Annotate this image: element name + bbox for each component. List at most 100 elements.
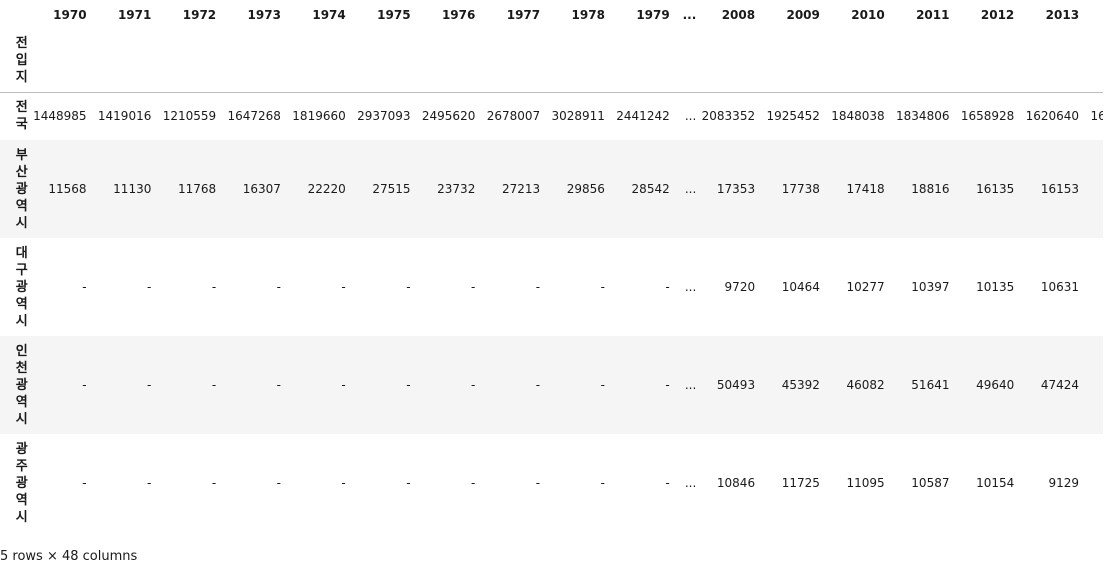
table-cell: - [147,280,152,294]
table-cell: 10397 [911,280,950,294]
table-cell: - [211,280,217,294]
index-name-row-spacer [351,29,417,93]
table-row: 대 구 광 역 시 - - - - - - - - - -... 9720 10464 10277 10397 101… [0,238,1103,336]
table-cell: - [82,476,87,490]
table-cell: - [406,378,411,392]
table-cell: 16153 [1040,182,1080,196]
table-cell: - [276,280,281,294]
index-name-row-spacer [157,29,223,93]
column-header-1972: 1972 [182,7,217,22]
table-cell: 10277 [846,280,885,294]
table-cell: 16307 [242,182,281,196]
table-cell: 22220 [307,182,346,196]
index-name-row-spacer [696,29,762,93]
index-name-row-spacer [481,29,547,93]
column-header-1974: 1974 [312,7,346,22]
cell-ellipsis: ... [684,476,697,490]
table-cell: 10631 [1040,280,1080,294]
row-index-label: 부산광역시 [0,140,28,238]
table-cell: 11768 [177,182,217,196]
table-cell: - [276,378,281,392]
column-header-2010: 2010 [851,7,885,22]
table-cell: 2083352 [701,109,756,124]
table-cell: - [276,476,281,490]
index-name-row-spacer [286,29,352,93]
column-ellipsis: ... [682,7,697,22]
column-header-1973: 1973 [247,7,281,22]
table-cell: - [147,476,152,490]
table-cell: 1658928 [960,109,1015,124]
index-name-row: 전입지 [0,29,1103,93]
table-cell: 2441242 [616,109,670,124]
table-cell: - [535,280,541,294]
column-header-row: 1970 1971 1972 1973 1974 1975 1976 1977 1978 1979… [0,0,1103,29]
column-header-2009: 2009 [786,7,820,22]
table-cell: - [341,280,346,294]
table-cell: 1419016 [97,109,152,124]
table-cell: 1210559 [162,109,217,124]
table-cell: 1620640 [1025,109,1080,124]
column-header-1978: 1978 [571,7,605,22]
table-cell: 49640 [976,378,1015,392]
row-index-text: 대구광역시 [15,245,28,329]
index-name-row-spacer [546,29,611,93]
column-header-1970: 1970 [53,7,87,22]
cell-ellipsis: ... [684,378,697,392]
table-cell: - [600,378,605,392]
index-name: 전입지 [0,29,28,93]
row-index-label: 대구광역시 [0,238,28,336]
table-row: 전 국 1448985 1419016 1210559 1647268 1819660 293… [0,92,1103,140]
table-cell: 10154 [976,476,1015,490]
table-cell: 50493 [716,378,756,392]
dataframe-shape-summary: 5 rows × 48 columns [0,549,138,564]
index-name-row-spacer [92,29,158,93]
column-header-2013: 2013 [1045,7,1080,22]
row-index-text: 부산광역시 [15,147,28,231]
table-cell: 10062 [1085,238,1103,336]
table-cell: 43212 [1085,336,1103,434]
index-name-row-spacer [675,29,697,93]
table-cell: - [341,476,346,490]
table-cell: 47424 [1040,378,1080,392]
table-cell: 2937093 [357,109,411,124]
table-cell: 9720 [724,280,756,294]
column-header-1976: 1976 [441,7,476,22]
column-header-1979: 1979 [636,7,670,22]
table-cell: 1661425 [1090,109,1103,124]
table-cell: 17418 [846,182,885,196]
table-cell: 10464 [781,280,820,294]
table-cell: - [211,476,217,490]
table-cell: - [211,378,217,392]
table-cell: 45392 [781,378,820,392]
table-cell: 11095 [846,476,885,490]
column-header-1977: 1977 [506,7,541,22]
table-cell: 2678007 [486,109,541,124]
row-index-label: 광주광역시 [0,434,28,530]
table-cell: - [600,476,605,490]
table-cell: 17320 [1085,140,1103,238]
table-cell: - [600,280,605,294]
table-cell: - [471,280,476,294]
table-cell: 11130 [113,182,152,196]
table-row: 인 천 광 역 시 - - - - - - - - - -... 50493 45392 46082 51641 49… [0,336,1103,434]
index-name-row-spacer [416,29,482,93]
table-cell: 46082 [846,378,885,392]
table-cell: - [665,476,670,490]
column-header-2008: 2008 [721,7,756,22]
index-name-row-spacer [825,29,891,93]
corner-cell [0,0,28,29]
column-header-1975: 1975 [377,7,411,22]
row-index-text: 광주광역시 [15,441,28,525]
table-cell: 11568 [48,182,87,196]
table-cell: 10587 [911,476,950,490]
index-name-row-spacer [890,29,956,93]
table-cell: - [535,378,541,392]
column-header-2011: 2011 [916,7,950,22]
dataframe-output: 1970 1971 1972 1973 1974 1975 1976 1977 1978 1979… [0,0,1103,530]
table-cell: 2495620 [421,109,476,124]
cell-ellipsis: ... [684,182,697,196]
table-cell: 11725 [781,476,820,490]
table-cell: 18816 [911,182,950,196]
table-cell: 10846 [716,476,756,490]
table-cell: 1647268 [227,109,281,124]
